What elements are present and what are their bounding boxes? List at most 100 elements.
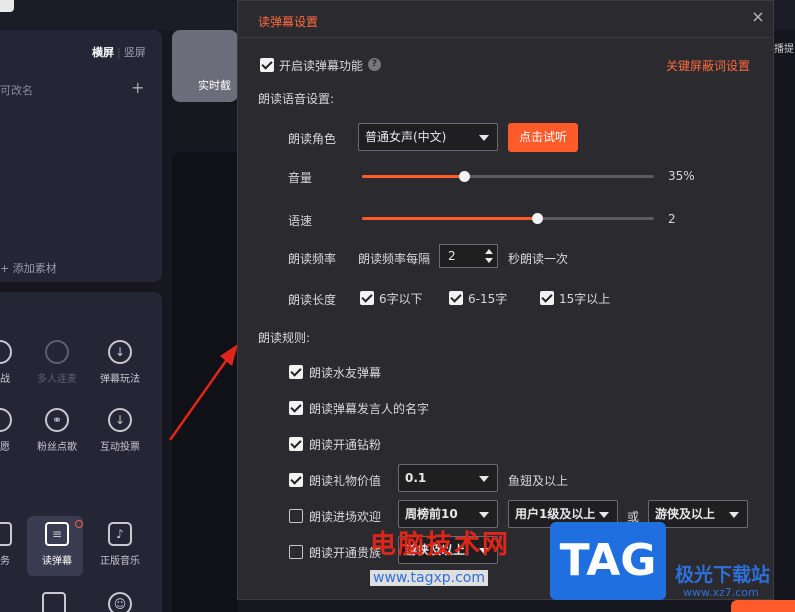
add-material-button[interactable]: + 添加素材 [0, 260, 57, 276]
entry-rank-select-value: 周榜前10 [405, 507, 458, 521]
freq-stepper-value: 2 [448, 249, 456, 263]
try-listen-button[interactable]: 点击试听 [508, 123, 578, 152]
tab-portrait[interactable]: 竖屏 [124, 46, 146, 59]
length-label: 朗读长度 [288, 293, 337, 307]
chevron-down-icon [479, 512, 489, 518]
rule-label: 朗读礼物价值 [309, 474, 382, 488]
dialog-divider [238, 37, 773, 38]
rule-checkbox-speaker-name[interactable] [289, 401, 303, 415]
start-live-button[interactable] [731, 600, 795, 612]
download-icon: ↓ [108, 340, 132, 364]
chevron-down-icon [479, 135, 489, 141]
chevron-down-icon [599, 512, 609, 518]
rule-checkbox-noble[interactable] [289, 545, 303, 559]
speed-slider[interactable] [362, 213, 654, 224]
keyword-block-link[interactable]: 关键屏蔽词设置 [666, 57, 750, 74]
gift-value-select[interactable]: 0.1 [398, 464, 498, 492]
read-danmaku-icon: ≡ [45, 522, 69, 546]
watermark-tag-logo: TAG [550, 522, 666, 600]
freq-stepper[interactable]: 2 [439, 244, 498, 268]
rules-section-title: 朗读规则: [258, 331, 311, 345]
tool-danmaku-play[interactable]: ↓ 弹幕玩法 [90, 340, 150, 385]
heart-icon [0, 408, 12, 432]
volume-label: 音量 [288, 171, 313, 185]
length-checkbox-short[interactable] [360, 291, 374, 305]
chevron-down-icon [729, 512, 739, 518]
right-edge-text: 播提 [774, 44, 794, 55]
freq-suffix: 秒朗读一次 [508, 252, 569, 266]
tools-panel: 挑战 多人连麦 ↓ 弹幕玩法 心愿 ⚭ 粉丝点歌 ↓ 互动投票 任务 ≡ 读弹幕 [0, 292, 162, 612]
tool-label: 心愿 [0, 442, 10, 453]
tool-read-danmaku[interactable]: ≡ 读弹幕 [27, 522, 87, 567]
role-select-value: 普通女声(中文) [365, 130, 447, 144]
scene-panel: 横屏 | 竖屏 可改名 + + 添加素材 [0, 30, 162, 282]
stepper-down-icon[interactable] [485, 258, 493, 263]
volume-slider-fill [362, 175, 465, 178]
length-option-label: 6-15字 [468, 292, 508, 306]
tool-label: 任务 [0, 556, 10, 567]
tool-label: 互动投票 [100, 442, 140, 453]
tool-label: 读弹幕 [42, 556, 72, 567]
gift-value-select-value: 0.1 [405, 471, 427, 485]
orientation-tabs: 横屏 | 竖屏 [92, 46, 146, 59]
watermark-site-url: www.tagxp.com [370, 570, 488, 586]
rule-label: 朗读弹幕发言人的名字 [309, 402, 430, 416]
tool-label: 挑战 [0, 374, 10, 385]
stepper-up-icon[interactable] [485, 249, 493, 254]
length-checkbox-long[interactable] [540, 291, 554, 305]
voice-section-title: 朗读语音设置: [258, 92, 335, 106]
screenshot-card[interactable]: 实时截 [172, 30, 238, 102]
annotation-arrow-icon [168, 344, 238, 441]
tool-multi-mic[interactable]: 多人连麦 [27, 340, 87, 385]
tool-label: 正版音乐 [100, 556, 140, 567]
speed-value: 2 [668, 212, 676, 226]
rename-hint: 可改名 [0, 84, 33, 97]
rule-checkbox-entry-welcome[interactable] [289, 509, 303, 523]
help-icon[interactable]: ? [368, 58, 381, 71]
speed-slider-thumb[interactable] [532, 213, 544, 224]
length-checkbox-medium[interactable] [449, 291, 463, 305]
music-icon: ♪ [108, 522, 132, 546]
tool-vote[interactable]: ↓ 互动投票 [90, 408, 150, 453]
rule-checkbox-diamond-fan[interactable] [289, 437, 303, 451]
tool-wish[interactable]: 心愿 [0, 408, 30, 453]
rule-checkbox-viewer-danmaku[interactable] [289, 365, 303, 379]
mic-link-icon [45, 340, 69, 364]
speed-label: 语速 [288, 214, 313, 228]
rule-label: 朗读进场欢迎 [309, 510, 382, 524]
rule-checkbox-gift-value[interactable] [289, 473, 303, 487]
entry-level-select-value: 用户1级及以上 [515, 507, 596, 521]
download-icon: ↓ [108, 408, 132, 432]
close-icon[interactable]: × [749, 8, 767, 26]
tv-icon[interactable] [24, 592, 84, 612]
enable-label: 开启读弹幕功能 [279, 59, 364, 73]
volume-slider-thumb[interactable] [459, 171, 471, 182]
dialog-title: 读弹幕设置 [258, 15, 319, 29]
rule-label: 朗读水友弹幕 [309, 366, 382, 380]
task-icon [0, 522, 12, 546]
add-scene-button[interactable]: + [131, 78, 144, 97]
volume-value: 35% [668, 169, 695, 183]
app-logo [0, 0, 14, 12]
rule-label: 朗读开通钻粉 [309, 438, 382, 452]
enable-checkbox[interactable] [260, 58, 274, 72]
length-option-label: 6字以下 [379, 292, 423, 306]
tool-music[interactable]: ♪ 正版音乐 [90, 522, 150, 567]
speed-slider-fill [362, 217, 538, 220]
tool-task[interactable]: 任务 [0, 522, 30, 567]
gift-value-suffix: 鱼翅及以上 [508, 474, 569, 488]
shield-icon [0, 340, 12, 364]
volume-slider[interactable] [362, 171, 654, 182]
tool-challenge[interactable]: 挑战 [0, 340, 30, 385]
tab-landscape[interactable]: 横屏 [92, 46, 114, 59]
length-option-label: 15字以上 [559, 292, 611, 306]
role-select[interactable]: 普通女声(中文) [358, 123, 498, 151]
tool-fan-song[interactable]: ⚭ 粉丝点歌 [27, 408, 87, 453]
smile-icon[interactable]: ☺ [90, 592, 150, 612]
watermark-jg-name: 极光下载站 [675, 564, 771, 586]
watermark-jg-url: www.xz7.com [683, 586, 759, 599]
role-label: 朗读角色 [288, 132, 337, 146]
entry-noble-select-value: 游侠及以上 [655, 507, 716, 521]
freq-label: 朗读频率 [288, 252, 337, 266]
chevron-down-icon [479, 476, 489, 482]
